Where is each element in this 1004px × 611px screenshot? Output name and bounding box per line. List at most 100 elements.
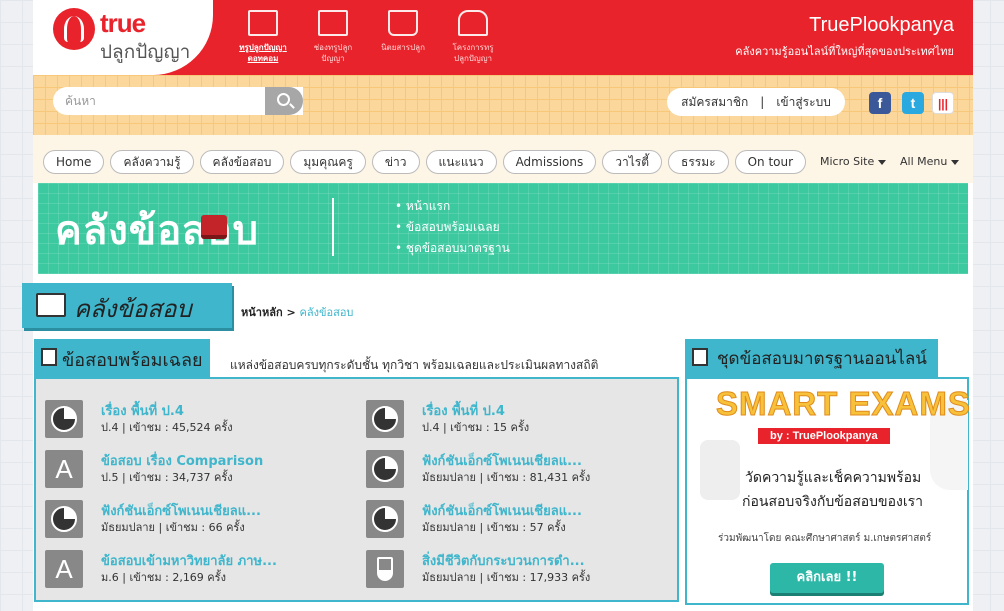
pie-icon (372, 506, 398, 532)
brand-subtitle: คลังความรู้ออนไลน์ที่ใหญ่ที่สุดของประเทศ… (735, 45, 954, 58)
stats-icon[interactable]: ||| (932, 92, 954, 114)
banner-links: หน้าแรก ข้อสอบพร้อมเฉลย ชุดข้อสอบมาตรฐาน (395, 196, 510, 259)
exam-thumb (366, 400, 404, 438)
section-title: คลังข้อสอบ (74, 295, 192, 323)
list-item[interactable]: ฟังก์ชันเอ็กซ์โพเนนเชียลแ... มัธยมปลาย |… (366, 500, 686, 546)
login-link[interactable]: เข้าสู่ระบบ (776, 95, 831, 109)
menu-admissions[interactable]: Admissions (502, 150, 597, 174)
pie-icon (51, 406, 77, 432)
exam-meta: ป.4 | เข้าชม : 15 ครั้ง (422, 421, 530, 434)
smart-exams-byline: by : TruePlookpanya (758, 428, 890, 444)
standard-panel-title: ชุดข้อสอบมาตรฐานออนไลน์ (717, 349, 927, 369)
chevron-down-icon (951, 159, 960, 165)
menu-ontour[interactable]: On tour (734, 150, 807, 174)
menu-knowledge[interactable]: คลังความรู้ (110, 150, 194, 174)
exam-thumb (45, 400, 83, 438)
book-icon (388, 10, 418, 36)
tree-icon (64, 16, 84, 42)
exam-thumb (366, 450, 404, 488)
topnav-label: ปัญญา (321, 54, 345, 63)
menu-news[interactable]: ข่าว (371, 150, 420, 174)
exams-panel-description: แหล่งข้อสอบครบทุกระดับชั้น ทุกวิชา พร้อม… (230, 358, 599, 372)
topnav-label: ดอทคอม (247, 54, 279, 63)
banner-link-home[interactable]: หน้าแรก (395, 196, 510, 217)
exam-thumb (366, 550, 404, 588)
monitor-icon (248, 10, 278, 36)
exam-thumb (366, 500, 404, 538)
all-menu-dropdown[interactable]: All Menu (900, 155, 960, 168)
breadcrumb-home[interactable]: หน้าหลัก (241, 306, 283, 319)
promo-line-2: ก่อนสอบจริงกับข้อสอบของเรา (742, 494, 924, 510)
list-item[interactable]: สิ่งมีชีวิตกับกระบวนการดำ... มัธยมปลาย |… (366, 550, 686, 596)
topnav-item-dotcom[interactable]: ทรูปลูกปัญญา ดอทคอม (228, 10, 298, 64)
topnav-label: ทรูปลูกปัญญา (239, 43, 287, 52)
chevron-down-icon (878, 159, 887, 165)
menu-dhamma[interactable]: ธรรมะ (668, 150, 729, 174)
topnav-label: ช่องทรูปลูก (313, 43, 353, 52)
menu-guidance[interactable]: แนะแนว (425, 150, 497, 174)
micro-site-dropdown[interactable]: Micro Site (820, 155, 887, 168)
breadcrumb: หน้าหลัก > คลังข้อสอบ (241, 303, 353, 321)
exam-thumb: A (45, 450, 83, 488)
breadcrumb-current[interactable]: คลังข้อสอบ (300, 306, 354, 319)
exam-meta: ป.5 | เข้าชม : 34,737 ครั้ง (101, 471, 233, 484)
banner-link-standard-sets[interactable]: ชุดข้อสอบมาตรฐาน (395, 238, 510, 259)
topnav-label: ปลูกปัญญา (453, 54, 493, 63)
list-icon (692, 348, 708, 366)
topnav-item-channel[interactable]: ช่องทรูปลูก ปัญญา (298, 10, 368, 64)
letter-a-icon: A (55, 554, 73, 584)
list-item[interactable]: A ข้อสอบ เรื่อง Comparison ป.5 | เข้าชม … (45, 450, 365, 496)
topnav-item-project[interactable]: โครงการทรู ปลูกปัญญา (438, 10, 508, 64)
topnav-item-magazine[interactable]: นิตยสารปลูก (368, 10, 438, 64)
letter-a-icon: A (55, 454, 73, 484)
all-menu-label: All Menu (900, 155, 948, 168)
exam-thumb: A (45, 550, 83, 588)
list-item[interactable]: A ข้อสอบเข้ามหาวิทยาลัย ภาษ... ม.6 | เข้… (45, 550, 365, 596)
pi-decoration-icon (700, 440, 740, 500)
pie-icon (51, 506, 77, 532)
breadcrumb-separator: > (286, 306, 296, 319)
menu-exams[interactable]: คลังข้อสอบ (199, 150, 285, 174)
list-item[interactable]: ฟังก์ชันเอ็กซ์โพเนนเชียลแ... มัธยมปลาย |… (366, 450, 686, 496)
facebook-icon[interactable]: f (869, 92, 891, 114)
twitter-icon[interactable]: t (902, 92, 924, 114)
exam-meta: มัธยมปลาย | เข้าชม : 66 ครั้ง (101, 521, 245, 534)
brand-title: TruePlookpanya (809, 14, 954, 36)
logo-thai-text: ปลูกปัญญา (100, 41, 191, 63)
school-icon (458, 10, 488, 36)
topnav-label: นิตยสารปลูก (381, 43, 425, 52)
pie-icon (372, 456, 398, 482)
banner-divider (332, 198, 334, 256)
smart-exams-logo: SMART EXAMS (716, 385, 971, 423)
exams-panel-title: ข้อสอบพร้อมเฉลย (62, 350, 203, 371)
list-icon (41, 348, 57, 366)
top-nav: ทรูปลูกปัญญา ดอทคอม ช่องทรูปลูก ปัญญา นิ… (228, 10, 508, 64)
flask-icon (377, 557, 393, 581)
red-book-icon (201, 215, 227, 239)
exam-meta: มัธยมปลาย | เข้าชม : 81,431 ครั้ง (422, 471, 591, 484)
exam-meta: ม.6 | เข้าชม : 2,169 ครั้ง (101, 571, 226, 584)
auth-divider: | (760, 95, 765, 109)
search-button[interactable] (265, 87, 303, 115)
exam-meta: มัธยมปลาย | เข้าชม : 17,933 ครั้ง (422, 571, 591, 584)
banner-link-exams-with-answers[interactable]: ข้อสอบพร้อมเฉลย (395, 217, 510, 238)
register-link[interactable]: สมัครสมาชิก (681, 95, 748, 109)
click-now-button[interactable]: คลิกเลย !! (770, 563, 884, 593)
logo-word: true (100, 8, 146, 38)
micro-site-label: Micro Site (820, 155, 875, 168)
menu-home[interactable]: Home (43, 150, 105, 174)
exam-thumb (45, 500, 83, 538)
menu-variety[interactable]: วาไรตี้ (602, 150, 662, 174)
promo-line-1: วัดความรู้และเช็คความพร้อม (745, 470, 922, 486)
book-icon (36, 293, 66, 317)
search-icon (277, 93, 290, 106)
list-item[interactable]: เรื่อง พื้นที่ ป.4 ป.4 | เข้าชม : 15 ครั… (366, 400, 686, 446)
promo-credit: ร่วมพัฒนาโดย คณะศึกษาศาสตร์ ม.เกษตรศาสตร… (718, 533, 932, 544)
list-item[interactable]: ฟังก์ชันเอ็กซ์โพเนนเชียลแ... มัธยมปลาย |… (45, 500, 365, 546)
exam-meta: ป.4 | เข้าชม : 45,524 ครั้ง (101, 421, 233, 434)
pie-icon (372, 406, 398, 432)
menu-teacher[interactable]: มุมคุณครู (290, 150, 366, 174)
list-item[interactable]: เรื่อง พื้นที่ ป.4 ป.4 | เข้าชม : 45,524… (45, 400, 365, 446)
banner-title: คลังข้อสอบ (55, 208, 259, 254)
main-menu: Home คลังความรู้ คลังข้อสอบ มุมคุณครู ข่… (43, 150, 812, 174)
